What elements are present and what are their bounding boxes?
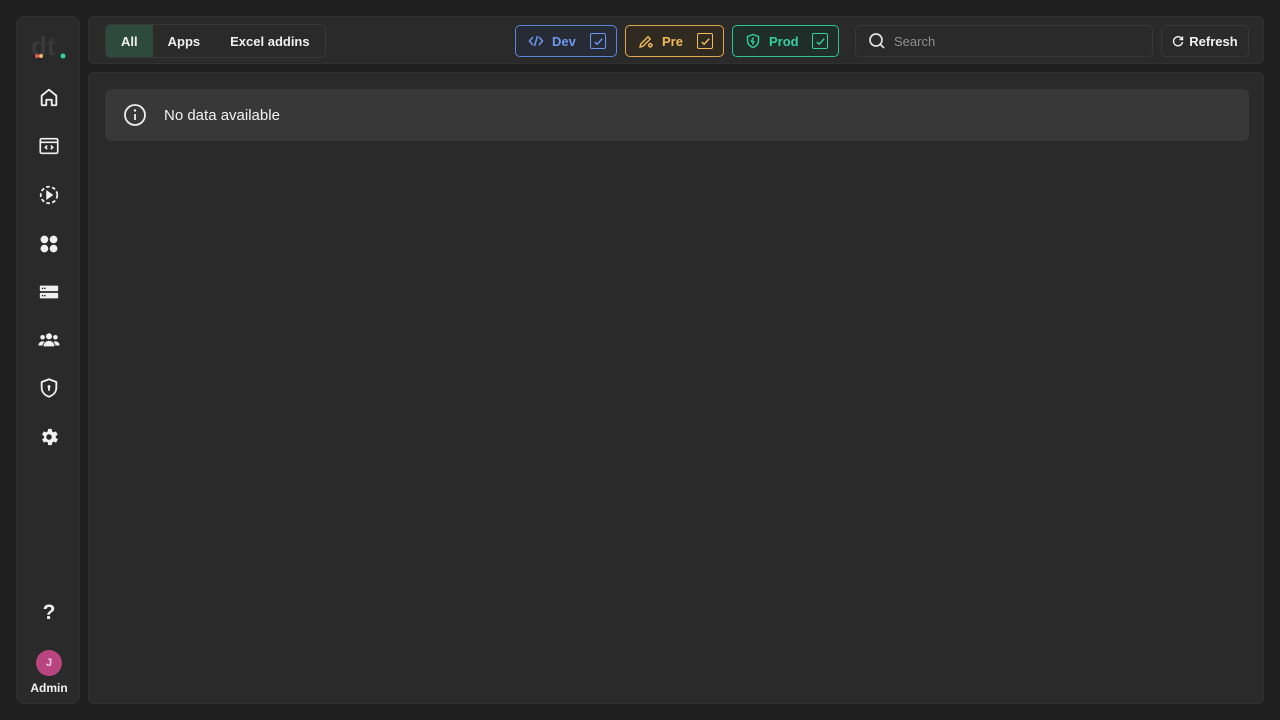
top-toolbar: All Apps Excel addins Dev Pre Prod Refre… xyxy=(88,16,1264,64)
avatar[interactable]: J xyxy=(36,650,62,676)
tab-all[interactable]: All xyxy=(106,25,153,57)
filter-tabs: All Apps Excel addins xyxy=(105,24,326,58)
refresh-button[interactable]: Refresh xyxy=(1161,25,1249,57)
home-icon xyxy=(40,88,58,107)
env-toggle-prod[interactable]: Prod xyxy=(732,25,839,57)
sidebar-item-settings[interactable] xyxy=(33,421,65,453)
env-toggle-pre[interactable]: Pre xyxy=(625,25,724,57)
help-icon[interactable]: ? xyxy=(33,597,65,629)
code-icon xyxy=(528,35,544,47)
tab-excel-addins[interactable]: Excel addins xyxy=(215,25,324,57)
env-toggle-dev[interactable]: Dev xyxy=(515,25,617,57)
sidebar-item-runs[interactable] xyxy=(33,179,65,211)
apps-grid-icon xyxy=(40,235,58,253)
sidebar-item-apps[interactable] xyxy=(33,228,65,260)
env-dev-checkbox[interactable] xyxy=(590,33,606,49)
pencil-gear-icon xyxy=(639,35,653,48)
sidebar-item-users[interactable] xyxy=(33,324,65,356)
check-icon xyxy=(593,37,603,45)
info-icon xyxy=(124,104,146,126)
env-prod-label: Prod xyxy=(769,33,799,49)
empty-state-message: No data available xyxy=(164,106,280,124)
refresh-icon xyxy=(1173,36,1184,47)
users-icon xyxy=(38,333,60,347)
env-pre-label: Pre xyxy=(662,33,683,49)
svg-text:dt: dt xyxy=(31,31,56,61)
sidebar: dt ? J Admin xyxy=(16,16,80,704)
search-input[interactable] xyxy=(894,33,1134,49)
sidebar-item-security[interactable] xyxy=(33,372,65,404)
shield-bolt-icon xyxy=(746,33,760,49)
sidebar-item-code[interactable] xyxy=(33,130,65,162)
search-icon xyxy=(869,33,885,49)
env-dev-label: Dev xyxy=(552,33,576,49)
search-box xyxy=(855,25,1153,57)
main-content: No data available xyxy=(88,72,1264,704)
sidebar-item-servers[interactable] xyxy=(33,276,65,308)
tab-apps[interactable]: Apps xyxy=(153,25,216,57)
dt-logo[interactable]: dt xyxy=(31,31,67,61)
server-icon xyxy=(39,285,59,299)
user-role-label: Admin xyxy=(30,681,68,695)
sidebar-item-home[interactable] xyxy=(33,81,65,113)
code-window-icon xyxy=(39,137,59,155)
gear-icon xyxy=(42,428,58,446)
play-circle-icon xyxy=(39,185,59,205)
shield-icon xyxy=(40,378,58,398)
env-prod-checkbox[interactable] xyxy=(812,33,828,49)
empty-state-alert: No data available xyxy=(105,89,1249,141)
check-icon xyxy=(700,37,710,45)
refresh-label: Refresh xyxy=(1189,33,1238,49)
check-icon xyxy=(815,37,825,45)
env-pre-checkbox[interactable] xyxy=(697,33,713,49)
